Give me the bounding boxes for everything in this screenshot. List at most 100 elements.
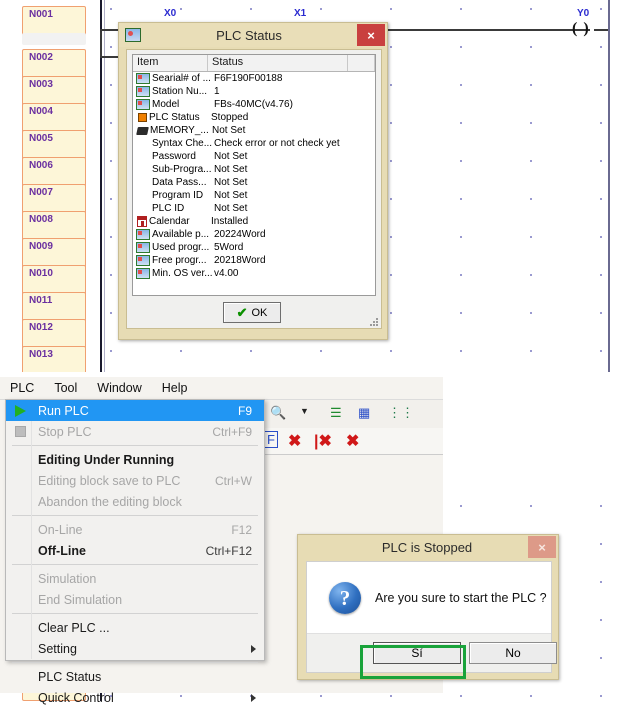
menu-item-editing-block-save-to-plc[interactable]: Editing block save to PLC Ctrl+W [6,470,264,491]
toolbar-row-2[interactable]: F ✖ |✖ ✖ [262,428,443,455]
delete-all-x-icon[interactable]: ✖ [346,431,359,451]
table-row[interactable]: Sub-Progra... Not Set [133,163,375,176]
menubar-item-help[interactable]: Help [152,381,198,395]
table-row[interactable]: Used progr... 5Word [133,241,375,254]
table-row[interactable]: Model FBs-40MC(v4.76) [133,98,375,111]
grid-dot [460,198,462,200]
toolbar-row-1[interactable]: 🔍 ▼ ☰ ▦ ⋮⋮ [262,400,443,429]
rung-label[interactable]: N013 [22,346,86,372]
row-status-value: 20218Word [214,255,266,266]
wire-segment [100,29,102,58]
grid-report-icon[interactable]: ▦ [358,405,370,421]
menubar-item-plc[interactable]: PLC [0,381,44,395]
table-row[interactable]: Syntax Che... Check error or not check ye… [133,137,375,150]
resize-grip[interactable] [368,316,378,326]
menu-item-shortcut: Ctrl+F12 [205,543,252,558]
no-button[interactable]: No [469,642,557,664]
menu-item-simulation[interactable]: Simulation [6,568,264,589]
ok-button[interactable]: ✔ OK [223,302,281,323]
grid-dot [390,84,392,86]
delete-left-x-icon[interactable]: |✖ [314,431,332,451]
list-report-icon[interactable]: ☰ [330,405,342,421]
table-row[interactable]: Calendar Installed [133,215,375,228]
row-item-label: PLC Status [149,112,200,123]
win-icon [136,99,150,110]
menubar-item-tool[interactable]: Tool [44,381,87,395]
grid-dot [530,236,532,238]
table-row[interactable]: Free progr... 20218Word [133,254,375,267]
plc-status-titlebar[interactable]: PLC Status × [119,23,387,47]
row-item-label: MEMORY_... [150,125,209,136]
grid-dot [110,160,112,162]
menu-item-shortcut: F9 [237,403,252,418]
rung-label-spacer [22,33,86,45]
table-row[interactable]: Program ID Not Set [133,189,375,202]
form-icon[interactable]: F [264,431,278,448]
menubar-item-window[interactable]: Window [87,381,151,395]
win-icon [136,229,150,240]
table-row[interactable]: Data Pass... Not Set [133,176,375,189]
menu-bar[interactable]: PLC Tool Window Help [0,377,443,400]
row-item-label: Sub-Progra... [152,164,212,175]
row-status-value: Not Set [214,151,248,162]
menu-item-quick-control[interactable]: Quick Control [6,687,264,708]
grid-dot [460,312,462,314]
contact-report-icon[interactable]: ⋮⋮ [388,405,414,421]
confirm-message-row: ? Are you sure to start the PLC ? [307,562,551,634]
table-row[interactable]: Station Nu... 1 [133,85,375,98]
grid-dot [460,160,462,162]
grid-dot [600,505,602,507]
row-icon-none [136,203,150,214]
row-status-value: 20224Word [214,229,266,240]
menu-item-off-line[interactable]: Off-Line Ctrl+F12 [6,540,264,561]
menu-item-end-simulation[interactable]: End Simulation [6,589,264,610]
grid-dot [390,695,392,697]
row-status-value: v4.00 [214,268,239,279]
zoom-search-icon[interactable]: 🔍 [270,405,286,421]
menu-separator [12,445,258,446]
row-item-label: Program ID [152,190,204,201]
row-item-label: Min. OS ver... [152,268,213,279]
plc-status-table[interactable]: Item Status Searial# of ... F6F190F00188 S… [132,54,376,296]
grid-dot [600,46,602,48]
row-icon-none [136,177,150,188]
table-row[interactable]: Available p... 20224Word [133,228,375,241]
delete-red-x-icon[interactable]: ✖ [288,431,301,451]
menu-item-run-plc[interactable]: Run PLC F9 [6,400,264,421]
menu-item-shortcut: Ctrl+W [215,473,252,488]
confirm-titlebar[interactable]: PLC is Stopped × [298,535,558,559]
close-icon[interactable]: × [357,24,385,46]
dropdown-arrow-icon[interactable]: ▼ [300,406,309,416]
close-icon[interactable]: × [528,536,556,558]
menu-item-plc-status[interactable]: PLC Status [6,666,264,687]
row-status-value: Stopped [211,112,249,123]
table-row[interactable]: Searial# of ... F6F190F00188 [133,72,375,85]
table-row[interactable]: MEMORY_... Not Set [133,124,375,137]
grid-dot [600,312,602,314]
grid-dot [530,274,532,276]
menu-item-stop-plc[interactable]: Stop PLC Ctrl+F9 [6,421,264,442]
menu-item-setting[interactable]: Setting [6,638,264,659]
right-power-rail [608,0,610,372]
table-row[interactable]: PLC Status Stopped [133,111,375,124]
menu-item-label: Stop PLC [38,424,92,439]
menu-item-editing-under-running[interactable]: Editing Under Running [6,449,264,470]
menu-item-abandon-the-editing-block[interactable]: Abandon the editing block [6,491,264,512]
table-row[interactable]: PLC ID Not Set [133,202,375,215]
table-row[interactable]: Password Not Set [133,150,375,163]
grid-dot [390,236,392,238]
grid-dot [180,8,182,10]
grid-dot [530,350,532,352]
plc-dropdown-menu[interactable]: Run PLC F9 Stop PLC Ctrl+F9 Editing Under Ru… [5,399,265,705]
plc-status-dialog[interactable]: PLC Status × Item Status Searial# of ...… [118,22,388,340]
win-icon [136,268,150,279]
row-status-value: Not Set [214,177,248,188]
column-header-pad [348,55,375,71]
menu-item-on-line[interactable]: On-Line F12 [6,519,264,540]
yes-button-highlight [360,645,466,679]
confirm-message: Are you sure to start the PLC ? [375,591,547,605]
coil-y0[interactable]: ( ) [572,21,590,37]
row-status-value: 1 [214,86,220,97]
menu-item-clear-plc[interactable]: Clear PLC ... [6,617,264,638]
table-row[interactable]: Min. OS ver... v4.00 [133,267,375,280]
